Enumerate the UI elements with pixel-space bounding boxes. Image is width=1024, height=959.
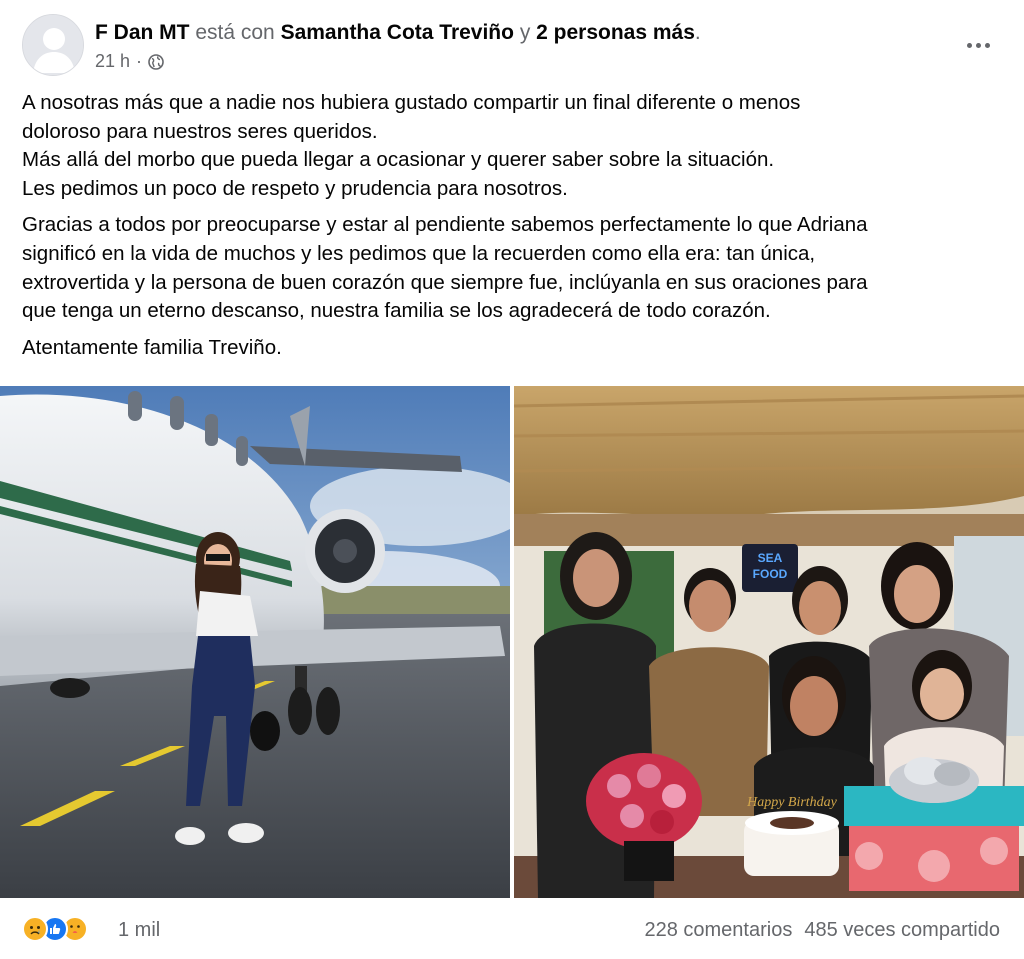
text-line: doloroso para nuestros seres queridos. (22, 119, 378, 143)
post-photos: SEA FOOD Happy Birthday (0, 386, 1024, 898)
post-body: A nosotras más que a nadie nos hubiera g… (22, 89, 998, 370)
cake-topper-text: Happy Birthday (746, 795, 838, 810)
tagged-person[interactable]: Samantha Cota Treviño (281, 21, 514, 44)
sad-reaction-icon (22, 916, 48, 942)
tagged-others[interactable]: 2 personas más (536, 21, 695, 44)
photo-birthday-group[interactable]: SEA FOOD Happy Birthday (514, 386, 1024, 898)
post-header: F Dan MT está con Samantha Cota Treviño … (22, 14, 1004, 78)
reaction-icons[interactable] (22, 916, 88, 942)
photo-woman-jet[interactable] (0, 386, 510, 898)
paragraph-2: Gracias a todos por preocuparse y estar … (22, 211, 998, 325)
post-meta: 21 h · (95, 51, 164, 72)
period: . (694, 21, 701, 44)
paragraph-3: Atentamente familia Treviño. (22, 334, 998, 363)
author-name[interactable]: F Dan MT (95, 21, 190, 44)
post-time[interactable]: 21 h (95, 51, 130, 72)
text-line: significó en la vida de muchos y les ped… (22, 241, 816, 265)
globe-icon[interactable] (148, 53, 164, 70)
facebook-post: F Dan MT está con Samantha Cota Treviño … (0, 0, 1024, 959)
text-line: A nosotras más que a nadie nos hubiera g… (22, 91, 801, 114)
comments-count[interactable]: 228 comentarios (644, 919, 792, 942)
neon-food-text: FOOD (753, 567, 788, 581)
post-footer: 1 mil 228 comentarios 485 veces comparti… (22, 912, 1000, 952)
more-options-icon[interactable] (958, 30, 998, 60)
neon-sea-text: SEA (758, 551, 783, 565)
shares-count[interactable]: 485 veces compartido (804, 919, 1000, 942)
paragraph-1: A nosotras más que a nadie nos hubiera g… (22, 89, 998, 203)
author-avatar[interactable] (22, 14, 84, 76)
and-text: y (519, 21, 531, 44)
reaction-count[interactable]: 1 mil (118, 919, 160, 942)
text-line: extrovertida y la persona de buen corazó… (22, 270, 868, 294)
default-avatar-icon (23, 15, 83, 75)
text-line: Les pedimos un poco de respeto y prudenc… (22, 176, 568, 200)
text-line: Atentamente familia Treviño. (22, 335, 282, 359)
post-stats: 228 comentarios 485 veces compartido (644, 919, 1000, 942)
text-line: que tenga un eterno descanso, nuestra fa… (22, 299, 771, 323)
with-text: está con (195, 21, 275, 44)
text-line: Más allá del morbo que pueda llegar a oc… (22, 148, 775, 172)
text-line: Gracias a todos por preocuparse y estar … (22, 213, 868, 237)
meta-separator: · (136, 51, 143, 71)
author-line: F Dan MT está con Samantha Cota Treviño … (95, 20, 701, 46)
